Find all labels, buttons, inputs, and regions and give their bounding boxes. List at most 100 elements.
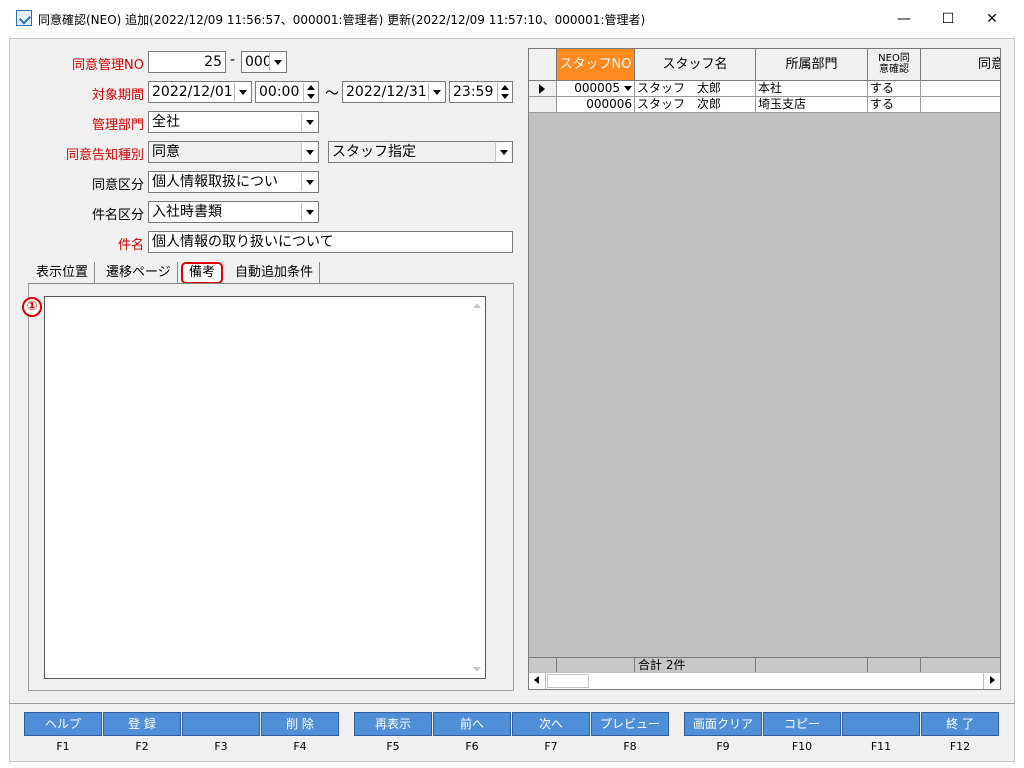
preview-button[interactable]: プレビュー (591, 712, 669, 736)
table-cell-staff-no[interactable]: 000006 (557, 97, 635, 113)
subject-label: 件名 (117, 238, 144, 253)
grid-header-consent[interactable]: 同意 (921, 49, 1000, 81)
chevron-down-icon[interactable] (301, 173, 317, 191)
f10-key-label: F10 (791, 740, 813, 753)
annotation-marker: ① (22, 297, 42, 317)
tab-display-position[interactable]: 表示位置 (30, 262, 96, 284)
grid-header-staff-no[interactable]: スタッフNO (557, 49, 635, 81)
exit-button[interactable]: 終 了 (921, 712, 999, 736)
spin-icon[interactable] (497, 83, 511, 101)
grid-corner (529, 49, 557, 81)
row-header[interactable] (529, 97, 557, 113)
f11-key-label: F11 (870, 740, 892, 753)
department-label: 管理部門 (91, 118, 144, 133)
staff-grid[interactable]: スタッフNO スタッフ名 所属部門 NEO同 意確認 同意 000005 スタッ… (528, 48, 1001, 690)
notice-type-value: 同意 (152, 144, 180, 160)
previous-button[interactable]: 前へ (433, 712, 511, 736)
chevron-down-icon[interactable] (269, 53, 285, 71)
consent-no-input[interactable]: 25 (148, 51, 226, 73)
footer-cell (529, 657, 557, 673)
tab-transition-page[interactable]: 遷移ページ (100, 262, 178, 284)
consent-sub-no-select[interactable]: 000 (241, 51, 287, 73)
period-label: 対象期間 (91, 88, 144, 103)
clear-screen-button[interactable]: 画面クリア (684, 712, 762, 736)
table-cell-name[interactable]: スタッフ 次郎 (635, 97, 756, 113)
consent-sub-no-value: 000 (245, 54, 272, 70)
remarks-textarea[interactable] (44, 296, 486, 679)
f6-key-label: F6 (465, 740, 479, 753)
subject-category-value: 入社時書類 (152, 204, 222, 220)
f11-button[interactable] (842, 712, 920, 736)
consent-category-value: 個人情報取扱につい (152, 174, 278, 190)
consent-category-select[interactable]: 個人情報取扱につい (148, 171, 319, 193)
refresh-button[interactable]: 再表示 (354, 712, 432, 736)
row-header[interactable] (529, 81, 557, 97)
notice-type-label: 同意告知種別 (65, 148, 144, 163)
chevron-down-icon[interactable] (301, 113, 317, 131)
notice-target-select[interactable]: スタッフ指定 (328, 141, 513, 163)
f3-button[interactable] (182, 712, 260, 736)
notice-type-select[interactable]: 同意 (148, 141, 319, 163)
start-date-picker[interactable]: 2022/12/01 (148, 81, 252, 103)
help-button[interactable]: ヘルプ (24, 712, 102, 736)
table-cell-consent[interactable] (921, 81, 1000, 97)
f2-key-label: F2 (135, 740, 149, 753)
tab-remarks[interactable]: 備考 (181, 262, 224, 284)
close-button[interactable]: ✕ (972, 6, 1012, 32)
chevron-down-icon[interactable] (301, 203, 317, 221)
end-time-spinner[interactable]: 23:59 (449, 81, 513, 103)
table-cell-neo-confirm[interactable]: する (868, 97, 921, 113)
consent-no-label: 同意管理NO (72, 58, 144, 73)
period-tilde: ～ (325, 86, 339, 102)
subject-category-select[interactable]: 入社時書類 (148, 201, 319, 223)
table-cell-department[interactable]: 本社 (756, 81, 868, 97)
spin-icon[interactable] (303, 83, 317, 101)
end-date-picker[interactable]: 2022/12/31 (342, 81, 446, 103)
subject-input[interactable]: 個人情報の取り扱いについて (148, 231, 513, 253)
scroll-thumb[interactable] (547, 674, 589, 688)
table-cell-consent[interactable] (921, 97, 1000, 113)
chevron-down-icon[interactable] (495, 143, 511, 161)
cell-text: 000005 (574, 81, 620, 95)
department-select[interactable]: 全社 (148, 111, 319, 133)
chevron-down-icon[interactable] (624, 86, 632, 91)
app-icon (16, 10, 32, 26)
table-cell-name[interactable]: スタッフ 太郎 (635, 81, 756, 97)
tab-auto-add-conditions[interactable]: 自動追加条件 (229, 262, 321, 284)
scroll-left-icon[interactable] (529, 673, 546, 689)
f9-key-label: F9 (716, 740, 730, 753)
table-cell-neo-confirm[interactable]: する (868, 81, 921, 97)
table-cell-department[interactable]: 埼玉支店 (756, 97, 868, 113)
end-date-value: 2022/12/31 (346, 84, 427, 100)
maximize-button[interactable]: ☐ (928, 6, 968, 32)
grid-header-neo-confirm[interactable]: NEO同 意確認 (868, 49, 921, 81)
grid-horizontal-scrollbar[interactable] (529, 672, 1000, 689)
next-button[interactable]: 次へ (512, 712, 590, 736)
function-bar-divider (9, 703, 1015, 704)
f5-key-label: F5 (386, 740, 400, 753)
memo-scrollbar[interactable] (468, 297, 485, 678)
neo-header-line2: 意確認 (879, 64, 909, 75)
delete-button[interactable]: 削 除 (261, 712, 339, 736)
window-title: 同意確認(NEO) 追加(2022/12/09 11:56:57、000001:… (38, 13, 646, 27)
grid-header-staff-name[interactable]: スタッフ名 (635, 49, 756, 81)
copy-button[interactable]: コピー (763, 712, 841, 736)
f8-key-label: F8 (623, 740, 637, 753)
register-button[interactable]: 登 録 (103, 712, 181, 736)
current-row-icon (539, 84, 545, 94)
chevron-down-icon[interactable] (428, 83, 444, 101)
grid-header-department[interactable]: 所属部門 (756, 49, 868, 81)
footer-cell (921, 657, 1000, 673)
consent-no-separator: - (230, 52, 236, 68)
table-cell-staff-no[interactable]: 000005 (557, 81, 635, 97)
chevron-down-icon[interactable] (301, 143, 317, 161)
f12-key-label: F12 (949, 740, 971, 753)
scroll-up-icon[interactable] (473, 303, 481, 308)
minimize-button[interactable]: — (884, 6, 924, 32)
f4-key-label: F4 (293, 740, 307, 753)
scroll-down-icon[interactable] (473, 667, 481, 672)
start-time-spinner[interactable]: 00:00 (255, 81, 319, 103)
scroll-right-icon[interactable] (983, 673, 1000, 689)
chevron-down-icon[interactable] (234, 83, 250, 101)
f3-key-label: F3 (214, 740, 228, 753)
